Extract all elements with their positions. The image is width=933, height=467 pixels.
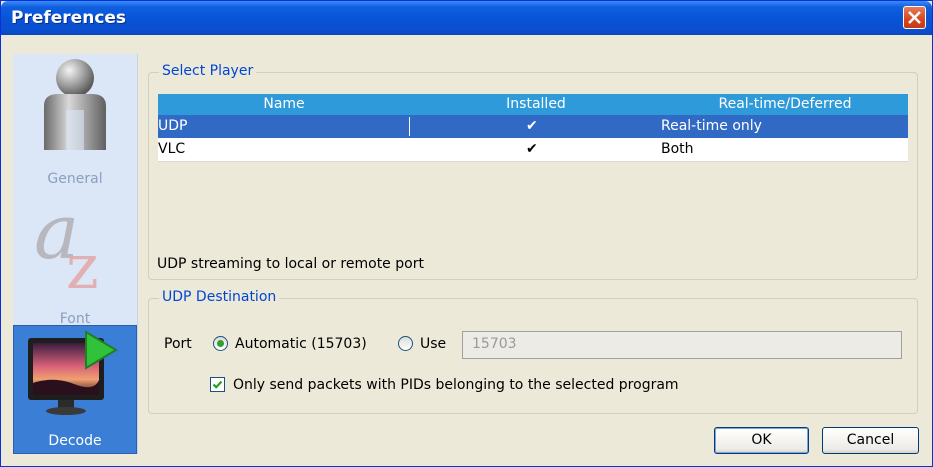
automatic-radio[interactable]: [213, 336, 228, 351]
cancel-button[interactable]: Cancel: [822, 427, 919, 454]
cell-name: VLC: [158, 141, 186, 157]
pid-filter-label[interactable]: Only send packets with PIDs belonging to…: [233, 377, 679, 393]
port-label: Port: [164, 336, 192, 352]
font-icon: a z: [34, 196, 99, 296]
title-bar[interactable]: Preferences: [1, 1, 932, 35]
sidebar: General a z Font Decode: [13, 54, 138, 454]
sidebar-item-label: General: [47, 171, 103, 187]
column-header-installed[interactable]: Installed: [410, 96, 662, 112]
table-row[interactable]: VLC ✔ Both: [158, 138, 908, 162]
cell-installed: ✔: [526, 118, 538, 134]
automatic-radio-label[interactable]: Automatic (15703): [235, 336, 367, 352]
svg-text:z: z: [66, 230, 99, 296]
cell-name: UDP: [158, 118, 188, 134]
port-input[interactable]: 15703: [462, 331, 902, 359]
table-row[interactable]: UDP ✔ Real-time only: [158, 115, 908, 138]
select-player-legend: Select Player: [159, 63, 257, 79]
cell-installed: ✔: [526, 141, 538, 157]
preferences-window: Preferences General a z Font Decode Sele…: [0, 0, 933, 467]
pid-filter-checkbox[interactable]: [210, 377, 225, 392]
udp-destination-legend: UDP Destination: [159, 289, 280, 305]
use-radio[interactable]: [398, 336, 413, 351]
close-button[interactable]: [903, 6, 926, 29]
column-header-mode[interactable]: Real-time/Deferred: [662, 96, 908, 112]
table-header: Name Installed Real-time/Deferred: [158, 94, 908, 115]
sidebar-item-font[interactable]: a z Font: [13, 196, 137, 327]
user-icon: [44, 59, 106, 150]
sidebar-item-label: Decode: [48, 433, 102, 449]
radio-selected-dot: [217, 340, 224, 347]
sidebar-item-general[interactable]: General: [13, 54, 137, 187]
close-icon: [908, 11, 921, 24]
window-title: Preferences: [11, 8, 127, 28]
cell-mode: Real-time only: [661, 118, 762, 134]
player-table: Name Installed Real-time/Deferred UDP ✔ …: [158, 94, 908, 162]
cell-mode: Both: [661, 141, 694, 157]
player-description: UDP streaming to local or remote port: [157, 256, 424, 272]
sidebar-item-decode[interactable]: Decode: [13, 325, 137, 454]
ok-button[interactable]: OK: [714, 427, 809, 454]
use-radio-label[interactable]: Use: [420, 336, 446, 352]
checkmark-icon: [212, 380, 223, 389]
column-header-name[interactable]: Name: [158, 96, 410, 112]
monitor-play-icon: [28, 330, 118, 415]
